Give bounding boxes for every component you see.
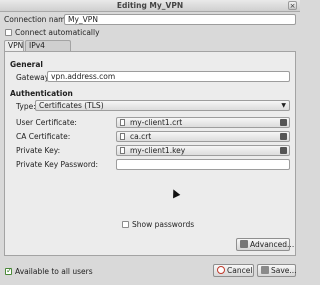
available-to-all-users-label: Available to all users — [15, 267, 93, 276]
private-key-password-label: Private Key Password: — [16, 160, 99, 169]
general-heading: General — [10, 60, 43, 69]
available-to-all-users-checkbox[interactable]: ✓ — [5, 266, 13, 275]
title-bar: Editing My_VPN × — [0, 0, 300, 12]
save-label: Save... — [271, 266, 297, 275]
cancel-label: Cancel — [227, 266, 253, 275]
save-icon — [261, 266, 269, 274]
cancel-button[interactable]: Cancel — [213, 264, 254, 277]
folder-open-icon — [280, 133, 287, 140]
checkmark-icon: ✓ — [6, 266, 13, 275]
cancel-icon — [217, 266, 225, 274]
folder-open-icon — [280, 147, 287, 154]
show-passwords-checkbox[interactable] — [122, 221, 129, 228]
file-icon — [120, 133, 125, 140]
advanced-label: Advanced... — [250, 240, 295, 249]
window-title: Editing My_VPN — [116, 1, 184, 10]
gateway-label: Gateway: — [16, 73, 52, 82]
auth-type-label: Type: — [16, 102, 36, 111]
ca-certificate-label: CA Certificate: — [16, 132, 71, 141]
tab-ipv4-settings[interactable]: IPv4 Settings — [25, 40, 71, 60]
user-certificate-value: my-client1.crt — [130, 118, 183, 127]
private-key-label: Private Key: — [16, 146, 61, 155]
folder-open-icon — [280, 119, 287, 126]
authentication-heading: Authentication — [10, 89, 73, 98]
show-passwords-label: Show passwords — [132, 220, 195, 229]
auth-type-value: Certificates (TLS) — [39, 101, 104, 110]
gateway-input[interactable]: vpn.address.com — [47, 71, 290, 82]
advanced-icon — [240, 240, 248, 248]
file-icon — [120, 147, 125, 154]
ca-certificate-chooser[interactable]: ca.crt — [116, 131, 290, 142]
user-certificate-label: User Certificate: — [16, 118, 77, 127]
user-certificate-chooser[interactable]: my-client1.crt — [116, 117, 290, 128]
private-key-value: my-client1.key — [130, 146, 186, 155]
private-key-chooser[interactable]: my-client1.key — [116, 145, 290, 156]
auth-type-select[interactable]: Certificates (TLS) ▼ — [35, 100, 290, 111]
file-icon — [120, 119, 125, 126]
save-button[interactable]: Save... — [257, 264, 297, 277]
connection-name-label: Connection name: — [4, 15, 73, 24]
connect-automatically-checkbox[interactable] — [5, 29, 12, 36]
ca-certificate-value: ca.crt — [130, 132, 152, 141]
private-key-password-input[interactable] — [116, 159, 290, 170]
connection-name-input[interactable]: My_VPN — [64, 14, 296, 25]
advanced-button[interactable]: Advanced... — [236, 238, 294, 251]
connect-automatically-label: Connect automatically — [15, 28, 100, 37]
close-icon[interactable]: × — [288, 1, 297, 10]
chevron-down-icon: ▼ — [281, 102, 286, 109]
